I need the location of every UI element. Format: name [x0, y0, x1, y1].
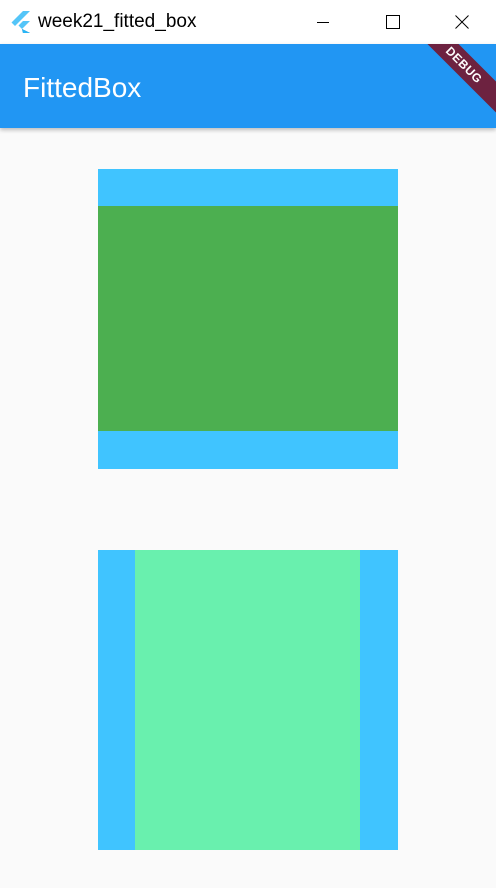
debug-banner: DEBUG: [413, 44, 496, 116]
fitted-box-child-1: [98, 206, 398, 431]
close-icon: [455, 15, 469, 29]
fitted-box-container-2: [98, 550, 398, 850]
minimize-icon: [317, 22, 329, 23]
close-button[interactable]: [428, 0, 496, 44]
minimize-button[interactable]: [288, 0, 358, 44]
page-body: [0, 128, 496, 888]
app-window: week21_fitted_box FittedBox DEBUG: [0, 0, 496, 888]
title-bar[interactable]: week21_fitted_box: [0, 0, 496, 44]
page-title: FittedBox: [23, 72, 142, 103]
window-title: week21_fitted_box: [38, 11, 197, 32]
app-bar: FittedBox DEBUG: [0, 44, 496, 128]
fitted-box-container-1: [98, 169, 398, 469]
maximize-icon: [386, 15, 400, 29]
flutter-logo-icon: [11, 11, 30, 33]
fitted-box-child-2: [135, 550, 360, 850]
maximize-button[interactable]: [358, 0, 428, 44]
